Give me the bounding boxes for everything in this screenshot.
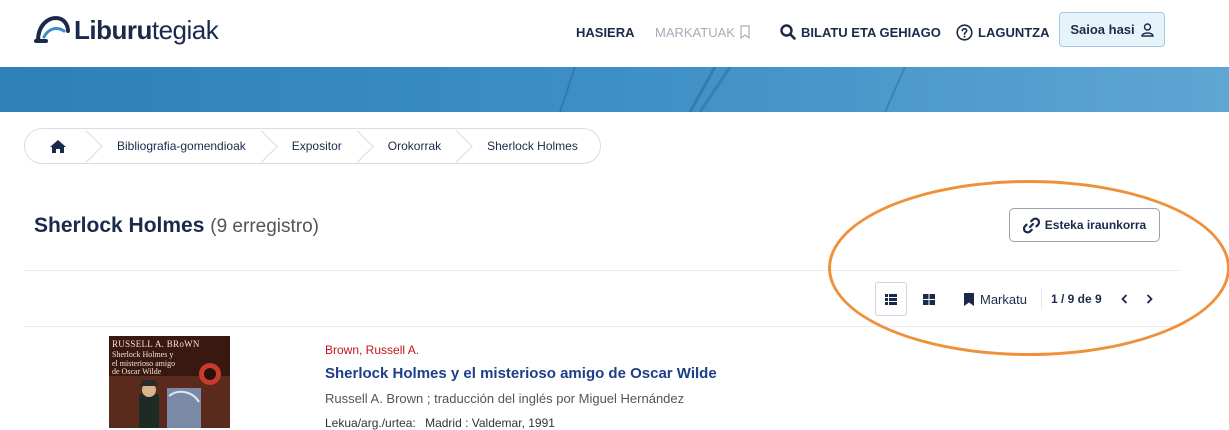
grid-view-button[interactable] bbox=[917, 282, 941, 316]
pager-prev-button[interactable] bbox=[1117, 282, 1131, 316]
page-title-text: Sherlock Holmes bbox=[34, 214, 205, 237]
breadcrumb-label: Bibliografia-gomendioak bbox=[117, 139, 246, 153]
nav-search-label: BILATU ETA GEHIAGO bbox=[801, 24, 941, 40]
login-button-label: Saioa hasi bbox=[1070, 22, 1135, 37]
list-view-icon bbox=[885, 293, 897, 305]
breadcrumb-label: Sherlock Holmes bbox=[487, 139, 578, 153]
nav-home-label: HASIERA bbox=[576, 24, 635, 40]
mark-button-label: Markatu bbox=[980, 291, 1027, 307]
user-icon bbox=[1140, 22, 1154, 37]
breadcrumb-item-current: Sherlock Holmes bbox=[459, 129, 600, 163]
list-view-button[interactable] bbox=[875, 282, 907, 316]
bookmark-outline-icon bbox=[740, 25, 750, 39]
pager-status: 1 / 9 de 9 bbox=[1051, 282, 1102, 316]
nav-bookmarks-label: MARKATUAK bbox=[655, 24, 735, 40]
nav-help-label: LAGUNTZA bbox=[978, 24, 1050, 40]
site-header: Liburutegiak HASIERA MARKATUAK BILATU ET… bbox=[0, 0, 1229, 67]
highlight-annotation bbox=[828, 180, 1229, 356]
breadcrumb: Bibliografia-gomendioak Expositor Orokor… bbox=[24, 128, 601, 164]
record-count: (9 erregistro) bbox=[210, 216, 319, 237]
permalink-button[interactable]: Esteka iraunkorra bbox=[1009, 208, 1160, 242]
breadcrumb-item-orokorrak[interactable]: Orokorrak bbox=[360, 129, 459, 163]
page-title: Sherlock Holmes (9 erregistro) bbox=[34, 214, 319, 238]
record-responsibility: Russell A. Brown ; traducción del inglés… bbox=[325, 391, 685, 406]
divider bbox=[24, 270, 1180, 271]
chevron-right-icon bbox=[1146, 294, 1153, 304]
record-title[interactable]: Sherlock Holmes y el misterioso amigo de… bbox=[325, 365, 717, 382]
breadcrumb-item-bibliografia[interactable]: Bibliografia-gomendioak bbox=[89, 129, 264, 163]
pager-next-button[interactable] bbox=[1142, 282, 1156, 316]
chevron-left-icon bbox=[1120, 294, 1127, 304]
grid-view-icon bbox=[923, 293, 935, 305]
book-logo-icon bbox=[34, 15, 70, 43]
nav-help[interactable]: LAGUNTZA bbox=[956, 22, 1050, 42]
login-button[interactable]: Saioa hasi bbox=[1059, 12, 1165, 47]
nav-bookmarks[interactable]: MARKATUAK bbox=[655, 22, 751, 42]
mark-button[interactable]: Markatu bbox=[964, 282, 1027, 316]
breadcrumb-home[interactable] bbox=[25, 129, 89, 163]
book-cover[interactable]: RUSSELL A. BRoWN Sherlock Holmes y el mi… bbox=[109, 336, 230, 428]
link-icon bbox=[1022, 217, 1040, 233]
site-logo[interactable]: Liburutegiak bbox=[34, 12, 219, 48]
divider bbox=[24, 326, 1180, 327]
search-icon bbox=[780, 24, 796, 40]
record-author[interactable]: Brown, Russell A. bbox=[325, 343, 419, 357]
breadcrumb-label: Orokorrak bbox=[387, 139, 442, 153]
banner-graphic bbox=[0, 67, 1229, 112]
logo-text-light: tegiak bbox=[151, 15, 219, 45]
pager-status-text: 1 / 9 de 9 bbox=[1051, 292, 1102, 306]
cover-title: Sherlock Holmes y el misterioso amigo de… bbox=[112, 350, 176, 376]
bookmark-icon bbox=[964, 292, 974, 306]
logo-text-bold: Liburu bbox=[74, 15, 152, 45]
header-banner bbox=[0, 67, 1229, 112]
cover-author: RUSSELL A. BRoWN bbox=[112, 339, 200, 349]
nav-home[interactable]: HASIERA bbox=[576, 22, 635, 42]
nav-search[interactable]: BILATU ETA GEHIAGO bbox=[780, 22, 941, 42]
home-icon bbox=[50, 139, 66, 153]
toolbar-separator bbox=[1041, 289, 1042, 309]
permalink-label: Esteka iraunkorra bbox=[1044, 218, 1147, 232]
help-icon bbox=[956, 23, 973, 41]
breadcrumb-label: Expositor bbox=[291, 139, 342, 153]
